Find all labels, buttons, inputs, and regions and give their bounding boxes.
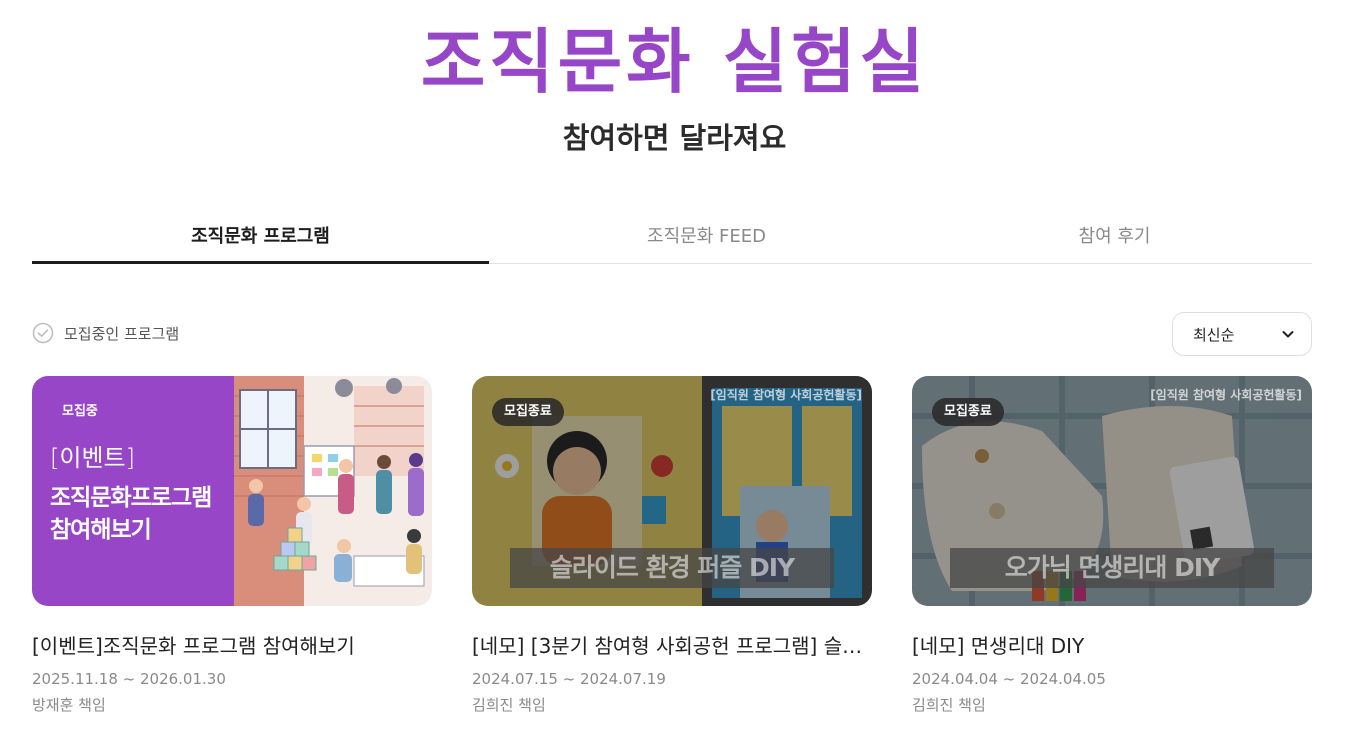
office-illustration: [234, 376, 432, 606]
card-period: 2024.07.15 ~ 2024.07.19: [472, 670, 666, 688]
thumbnail-caption: 슬라이드 환경 퍼즐 DIY: [510, 548, 834, 588]
program-card[interactable]: 모집중 [이벤트] 조직문화프로그램 참여해보기 [이벤트]조직문화 프로그램 …: [32, 376, 432, 716]
chevron-down-icon: [1282, 331, 1294, 338]
check-circle-icon: [32, 322, 54, 344]
card-title[interactable]: [이벤트]조직문화 프로그램 참여해보기: [32, 632, 432, 660]
thumbnail-watermark: [임직원 참여형 사회공헌활동]: [710, 388, 862, 402]
status-badge: 모집중: [62, 404, 98, 419]
card-period: 2024.04.04 ~ 2024.04.05: [912, 670, 1106, 688]
program-card[interactable]: 모집종료 [임직원 참여형 사회공헌활동] 오가닉 면생리대 DIY [네모] …: [912, 376, 1312, 716]
thumbnail-watermark: [임직원 참여형 사회공헌활동]: [1150, 388, 1302, 402]
tab-reviews[interactable]: 참여 후기: [917, 214, 1312, 264]
card-thumbnail[interactable]: 모집종료 [임직원 참여형 사회공헌활동] 슬라이드 환경 퍼즐 DIY: [472, 376, 872, 606]
status-badge: 모집종료: [932, 398, 1004, 426]
page-subtitle: 참여하면 달라져요: [562, 121, 787, 155]
card-title[interactable]: [네모] [3분기 참여형 사회공헌 프로그램] 슬라이드 환경 퍼즐 DIY: [472, 632, 872, 660]
page-title: 조직문화 실험실: [420, 21, 929, 103]
sort-select[interactable]: 최신순: [1172, 312, 1312, 356]
tab-bar: 조직문화 프로그램 조직문화 FEED 참여 후기: [32, 214, 1312, 264]
thumbnail-title: 조직문화프로그램 참여해보기: [50, 485, 212, 543]
recruiting-filter-toggle[interactable]: 모집중인 프로그램: [32, 321, 179, 345]
filter-label: 모집중인 프로그램: [64, 324, 180, 343]
thumbnail-tag: [이벤트]: [50, 444, 135, 472]
card-period: 2025.11.18 ~ 2026.01.30: [32, 670, 226, 688]
program-card[interactable]: 모집종료 [임직원 참여형 사회공헌활동] 슬라이드 환경 퍼즐 DIY [네모…: [472, 376, 872, 716]
thumbnail-caption: 오가닉 면생리대 DIY: [950, 548, 1274, 588]
status-badge: 모집종료: [492, 398, 564, 426]
card-manager: 김희진 책임: [472, 696, 546, 714]
card-title[interactable]: [네모] 면생리대 DIY: [912, 632, 1312, 660]
sort-selected-value: 최신순: [1193, 325, 1235, 344]
card-thumbnail[interactable]: 모집종료 [임직원 참여형 사회공헌활동] 오가닉 면생리대 DIY: [912, 376, 1312, 606]
tab-program[interactable]: 조직문화 프로그램: [32, 214, 489, 264]
card-thumbnail[interactable]: 모집중 [이벤트] 조직문화프로그램 참여해보기: [32, 376, 432, 606]
card-manager: 김희진 책임: [912, 696, 986, 714]
card-manager: 방재훈 책임: [32, 696, 106, 714]
tab-feed[interactable]: 조직문화 FEED: [489, 214, 924, 264]
